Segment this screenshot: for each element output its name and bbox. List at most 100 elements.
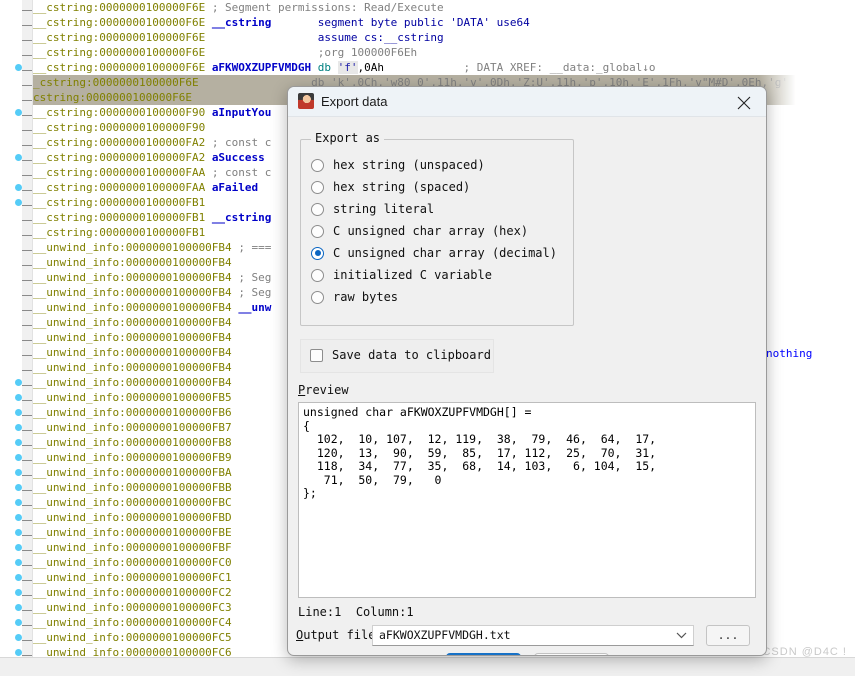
disassembly-line[interactable]: __cstring:0000000100000F6E aFKWOXZUPFVMD… [33, 60, 855, 75]
breakpoint-dot[interactable] [15, 634, 22, 641]
breakpoint-dot[interactable] [15, 469, 22, 476]
export-data-dialog[interactable]: Export data Export as hex string (unspac… [287, 86, 767, 656]
breakpoint-dot[interactable] [15, 409, 22, 416]
breakpoint-dot[interactable] [15, 454, 22, 461]
arrow-tick [22, 490, 32, 491]
arrow-tick [22, 220, 32, 221]
radio-icon[interactable] [311, 224, 324, 238]
breakpoint-dot[interactable] [15, 199, 22, 206]
arrow-tick [22, 160, 32, 161]
breakpoint-dot[interactable] [15, 394, 22, 401]
arrow-tick [22, 310, 32, 311]
arrow-tick [22, 10, 32, 11]
export-as-option-4[interactable]: C unsigned char array (decimal) [311, 242, 557, 264]
export-as-legend: Export as [311, 131, 385, 145]
arrow-tick [22, 400, 32, 401]
save-to-clipboard-checkbox[interactable]: Save data to clipboard [310, 348, 491, 362]
export-as-option-5[interactable]: initialized C variable [311, 264, 492, 286]
breakpoint-dot[interactable] [15, 439, 22, 446]
breakpoint-dot[interactable] [15, 424, 22, 431]
export-as-group: Export as hex string (unspaced) hex strin… [300, 131, 574, 326]
disassembly-line[interactable]: __cstring:0000000100000F6E assume cs:__c… [33, 30, 855, 45]
close-button[interactable] [722, 87, 766, 116]
output-file-value: aFKWOXZUPFVMDGH.txt [379, 628, 511, 642]
output-file-label: Output file [296, 628, 375, 642]
export-as-option-2[interactable]: string literal [311, 198, 434, 220]
ida-app-icon [298, 93, 314, 109]
arrow-tick [22, 190, 32, 191]
arrow-column [22, 0, 33, 658]
line-indicator: Line:1 [298, 605, 342, 619]
arrow-tick [22, 640, 32, 641]
radio-icon[interactable] [311, 268, 324, 282]
preview-textarea[interactable]: unsigned char aFKWOXZUPFVMDGH[] = { 102,… [298, 402, 756, 598]
breakpoint-dot[interactable] [15, 529, 22, 536]
export-as-option-1[interactable]: hex string (spaced) [311, 176, 470, 198]
breakpoint-dot[interactable] [15, 184, 22, 191]
breakpoint-dot[interactable] [15, 619, 22, 626]
export-as-option-label: C unsigned char array (hex) [333, 224, 529, 238]
breakpoint-dot[interactable] [15, 109, 22, 116]
breakpoint-dot[interactable] [15, 379, 22, 386]
arrow-tick [22, 265, 32, 266]
output-file-combobox[interactable]: aFKWOXZUPFVMDGH.txt [372, 625, 694, 646]
breakpoint-dot[interactable] [15, 574, 22, 581]
arrow-tick [22, 280, 32, 281]
checkbox-icon [310, 348, 323, 362]
breakpoint-gutter[interactable] [0, 0, 22, 671]
arrow-tick [22, 445, 32, 446]
preview-label-rest: review [305, 383, 349, 397]
arrow-tick [22, 115, 32, 116]
export-as-option-6[interactable]: raw bytes [311, 286, 398, 308]
dialog-titlebar[interactable]: Export data [288, 87, 766, 117]
export-as-option-0[interactable]: hex string (unspaced) [311, 154, 485, 176]
breakpoint-dot[interactable] [15, 544, 22, 551]
breakpoint-dot[interactable] [15, 499, 22, 506]
export-as-option-3[interactable]: C unsigned char array (hex) [311, 220, 528, 242]
breakpoint-dot[interactable] [15, 589, 22, 596]
preview-content: unsigned char aFKWOXZUPFVMDGH[] = { 102,… [303, 405, 657, 500]
chevron-down-icon[interactable] [676, 632, 687, 639]
breakpoint-dot[interactable] [15, 604, 22, 611]
export-as-option-label: hex string (spaced) [333, 180, 471, 194]
arrow-tick [22, 595, 32, 596]
arrow-tick [22, 130, 32, 131]
radio-icon[interactable] [311, 246, 324, 260]
radio-icon[interactable] [311, 290, 324, 304]
save-to-clipboard-label: Save data to clipboard [332, 348, 491, 362]
arrow-tick [22, 295, 32, 296]
arrow-tick [22, 460, 32, 461]
screen: __cstring:0000000100000F6E ; Segment per… [0, 0, 855, 676]
cancel-button[interactable]: Cancel [533, 653, 609, 655]
radio-icon[interactable] [311, 202, 324, 216]
breakpoint-dot[interactable] [15, 649, 22, 656]
arrow-tick [22, 235, 32, 236]
column-indicator: Column:1 [355, 605, 414, 619]
close-icon [737, 96, 751, 110]
arrow-tick [22, 535, 32, 536]
export-button[interactable]: Export [445, 653, 521, 655]
breakpoint-dot[interactable] [15, 559, 22, 566]
disassembly-line[interactable]: __cstring:0000000100000F6E ;org 100000F6… [33, 45, 855, 60]
disassembly-line[interactable]: __cstring:0000000100000F6E __cstring seg… [33, 15, 855, 30]
arrow-tick [22, 355, 32, 356]
radio-icon[interactable] [311, 158, 324, 172]
arrow-tick [22, 430, 32, 431]
radio-icon[interactable] [311, 180, 324, 194]
clipboard-option-box: Save data to clipboard [300, 339, 494, 373]
arrow-tick [22, 565, 32, 566]
arrow-tick [22, 520, 32, 521]
breakpoint-dot[interactable] [15, 154, 22, 161]
arrow-tick [22, 100, 32, 101]
arrow-tick [22, 655, 32, 656]
arrow-tick [22, 610, 32, 611]
arrow-tick [22, 25, 32, 26]
dialog-title: Export data [321, 94, 388, 109]
preview-label: Preview [298, 383, 349, 397]
breakpoint-dot[interactable] [15, 514, 22, 521]
arrow-tick [22, 415, 32, 416]
breakpoint-dot[interactable] [15, 484, 22, 491]
browse-file-button[interactable]: ... [706, 625, 750, 646]
disassembly-line[interactable]: __cstring:0000000100000F6E ; Segment per… [33, 0, 855, 15]
breakpoint-dot[interactable] [15, 64, 22, 71]
